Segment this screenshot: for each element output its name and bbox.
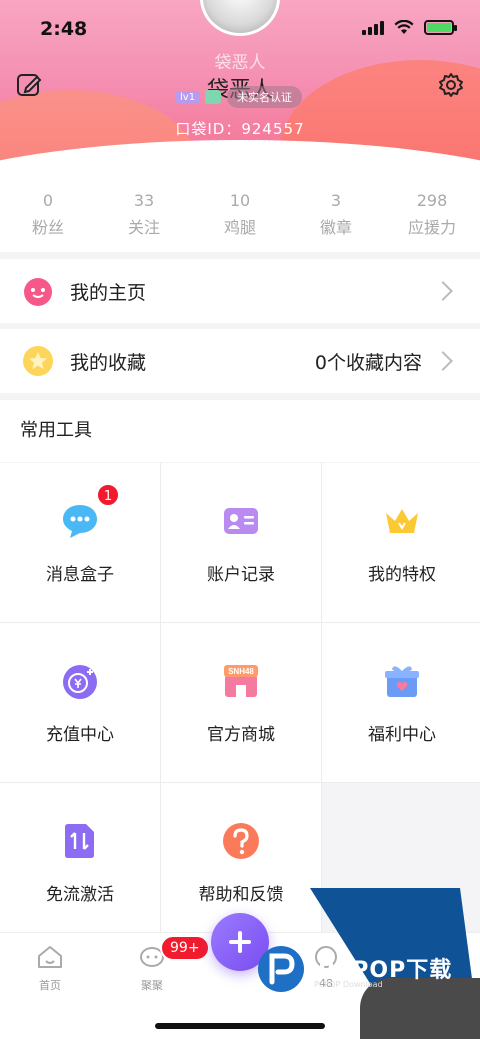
stat-value: 10 [229,191,251,210]
chevron-right-icon [433,281,453,301]
tool-label: 消息盒子 [46,565,114,585]
menu-row-label: 我的收藏 [70,351,147,374]
tool-label: 账户记录 [207,565,275,585]
tool-account-records[interactable]: 账户记录 [161,463,321,622]
tool-message-box[interactable]: 1 消息盒子 [0,463,160,622]
stat-badges[interactable]: 3 徽章 [288,175,384,252]
profile-name-ghost: 袋恶人 [214,53,266,73]
tool-official-shop[interactable]: SNH48 官方商城 [161,623,321,782]
stat-following[interactable]: 33 关注 [96,175,192,252]
pocket-id: 口袋ID：924557 [175,120,305,138]
watermark-logo-icon [258,946,304,992]
crown-icon [386,509,418,533]
watermark-subtext: PCPOP Download [314,980,383,989]
tool-label: 免流激活 [46,885,114,905]
status-icons [362,20,457,35]
tool-label: 我的特权 [368,565,436,585]
stat-label: 粉丝 [31,218,64,237]
tool-welfare-center[interactable]: 福利中心 [322,623,480,782]
menu-row-favorites[interactable]: 我的收藏 0个收藏内容 [0,329,480,393]
profile-header: 2:48 袋恶人 袋恶人 lv1 未实名认证 口袋ID：924557 [0,0,480,175]
data-transfer-icon [65,824,94,858]
stat-drumsticks[interactable]: 10 鸡腿 [192,175,288,252]
menu-row-label: 我的主页 [70,281,147,304]
tool-label: 官方商城 [207,725,275,745]
menu-row-homepage[interactable]: 我的主页 [0,259,480,323]
home-indicator[interactable] [155,1023,325,1029]
id-card-icon [224,508,258,534]
wifi-icon [394,20,414,34]
stat-value: 0 [42,191,54,210]
profile-badges: lv1 未实名认证 [176,86,303,108]
stat-label: 应援力 [407,218,456,237]
chat-unread-badge: 99+ [160,935,210,961]
stat-value: 298 [416,191,448,210]
chat-bubble-icon [63,505,97,538]
stat-support[interactable]: 298 应援力 [384,175,480,252]
battery-icon [424,20,457,35]
tool-label: 充值中心 [46,725,114,745]
chevron-right-icon [433,351,453,371]
tools-section-title: 常用工具 [0,400,480,462]
stat-value: 3 [330,191,342,210]
home-icon [38,946,62,968]
unread-badge: 1 [96,483,120,507]
tool-privileges[interactable]: 我的特权 [322,463,480,622]
tool-free-data-activation[interactable]: 免流激活 [0,783,160,942]
tool-label: 福利中心 [368,725,436,745]
profile-stats: 0 粉丝 33 关注 10 鸡腿 3 徽章 298 应援力 [0,175,480,252]
member-badge-icon [205,90,222,104]
tools-grid: 1 消息盒子 账户记录 我的特权 充值中心 SNH48 官方商城 福利中心 免流… [0,463,480,942]
status-time: 2:48 [40,18,88,40]
nav-home[interactable]: 首页 [10,945,90,993]
tool-label: 帮助和反馈 [198,885,284,905]
shop-sign-text: SNH48 [228,667,254,676]
stat-value: 33 [133,191,155,210]
watermark: PCPOP下载 PCPOP Download [310,888,480,1039]
star-icon [23,346,53,376]
stat-label: 鸡腿 [223,218,256,237]
favorites-count: 0个收藏内容 [314,351,422,374]
verify-status-badge[interactable]: 未实名认证 [227,86,303,108]
gift-icon [385,666,419,697]
stat-label: 关注 [127,218,160,237]
shop-icon: SNH48 [224,665,258,697]
pink-face-icon [24,278,52,306]
nav-label: 聚聚 [141,979,163,992]
cellular-signal-icon [362,20,384,35]
stat-label: 徽章 [319,218,352,237]
level-badge: lv1 [176,90,200,104]
tool-recharge[interactable]: 充值中心 [0,623,160,782]
nav-label: 首页 [39,979,61,992]
settings-gear-icon[interactable] [438,72,464,98]
question-icon [223,823,259,859]
edit-icon[interactable] [16,72,42,98]
coin-plus-icon [63,665,97,699]
stat-fans[interactable]: 0 粉丝 [0,175,96,252]
